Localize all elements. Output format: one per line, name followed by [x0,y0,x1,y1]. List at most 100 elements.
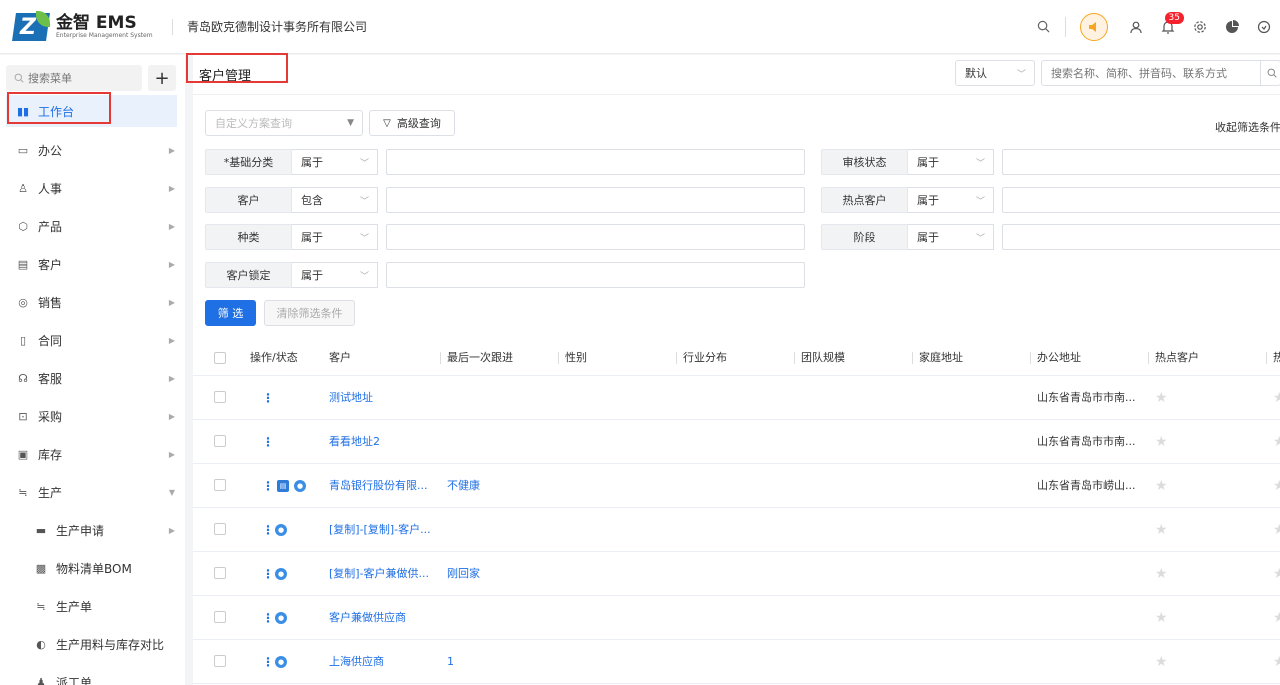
star-icon[interactable]: ★ [1155,552,1168,596]
sidebar-subitem-dispatch[interactable]: ♟ 派工单 [6,663,177,685]
table-row[interactable]: ⋮ 测试地址 山东省青岛市市南... ★ ★ [193,376,1280,420]
column-header[interactable]: 团队规模 [801,340,845,376]
table-row[interactable]: ⋮ ● [复制]-客户兼做供... 刚回家 ★ ★ [193,552,1280,596]
star-icon[interactable]: ★ [1273,420,1280,464]
last-follow[interactable] [447,508,557,552]
customer-search-input[interactable] [1051,66,1261,80]
star-icon[interactable]: ★ [1155,596,1168,640]
user-icon[interactable] [1120,11,1152,43]
customer-link[interactable]: 测试地址 [329,376,439,420]
customer-link[interactable]: [复制]-[复制]-客户... [329,508,439,552]
last-follow[interactable] [447,420,557,464]
filter-operator-select[interactable]: 属于 ﹀ [292,149,378,175]
column-header[interactable]: 行业分布 [683,340,727,376]
star-icon[interactable]: ★ [1273,508,1280,552]
more-actions-icon[interactable]: ⋮ [262,376,274,420]
table-row[interactable]: ⋮ ● 客户兼做供应商 ★ ★ [193,596,1280,640]
speaker-icon[interactable] [1080,12,1108,41]
star-icon[interactable]: ★ [1155,420,1168,464]
filter-value-input[interactable] [386,262,805,288]
last-follow[interactable]: 不健康 [447,464,557,508]
select-all-checkbox[interactable] [214,352,226,364]
filter-operator-select[interactable]: 属于 ﹀ [292,224,378,250]
star-icon[interactable]: ★ [1155,508,1168,552]
gear-icon[interactable] [1184,11,1216,43]
more-actions-icon[interactable]: ⋮ [262,420,274,464]
filter-value-input[interactable] [1002,149,1280,175]
star-icon[interactable]: ★ [1273,376,1280,420]
custom-query-select[interactable]: 自定义方案查询 ▼ [205,110,363,136]
filter-value-input[interactable] [386,149,805,175]
star-icon[interactable]: ★ [1273,640,1280,684]
menu-search-input[interactable] [28,71,138,85]
column-header[interactable]: 客户 [329,340,351,376]
add-menu-button[interactable]: + [148,65,176,91]
table-row[interactable]: ⋮ ● [复制]-[复制]-客户... ★ ★ [193,508,1280,552]
filter-operator-select[interactable]: 属于 ﹀ [908,187,994,213]
sidebar-item-product[interactable]: ⬡ 产品 ▶ [6,207,177,245]
column-header[interactable]: 办公地址 [1037,340,1081,376]
star-icon[interactable]: ★ [1273,596,1280,640]
menu-search[interactable] [6,65,142,91]
star-icon[interactable]: ★ [1155,376,1168,420]
filter-operator-select[interactable]: 属于 ﹀ [292,262,378,288]
bell-icon[interactable]: 35 [1152,11,1184,43]
filter-value-input[interactable] [1002,224,1280,250]
filter-operator-select[interactable]: 属于 ﹀ [908,149,994,175]
sidebar-item-purchase[interactable]: ⊡ 采购 ▶ [6,397,177,435]
star-icon[interactable]: ★ [1273,464,1280,508]
filter-operator-select[interactable]: 属于 ﹀ [908,224,994,250]
sidebar-subitem-production-order[interactable]: ≒ 生产单 [6,587,177,625]
row-checkbox[interactable] [214,435,226,447]
sidebar-item-sales[interactable]: ◎ 销售 ▶ [6,283,177,321]
sidebar-subitem-material-compare[interactable]: ◐ 生产用料与库存对比 [6,625,177,663]
filter-value-input[interactable] [386,224,805,250]
search-icon[interactable] [1260,60,1280,86]
row-checkbox[interactable] [214,611,226,623]
column-header[interactable]: 性别 [565,340,587,376]
sidebar-item-contract[interactable]: ▯ 合同 ▶ [6,321,177,359]
filter-value-input[interactable] [386,187,805,213]
sidebar-subitem-bom[interactable]: ▩ 物料清单BOM [6,549,177,587]
customer-link[interactable]: 青岛银行股份有限... [329,464,439,508]
sidebar-item-production[interactable]: ≒ 生产 ▼ [6,473,177,511]
column-header[interactable]: 热 [1273,340,1280,376]
clear-filter-button[interactable]: 清除筛选条件 [264,300,355,326]
collapse-filters-link[interactable]: 收起筛选条件 [1215,119,1280,135]
column-header[interactable]: 热点客户 [1155,340,1199,376]
row-checkbox[interactable] [214,523,226,535]
row-checkbox[interactable] [214,479,226,491]
advanced-query-button[interactable]: ▽ 高级查询 [369,110,455,136]
column-header[interactable]: 最后一次跟进 [447,340,513,376]
sidebar-item-service[interactable]: ☊ 客服 ▶ [6,359,177,397]
sort-select[interactable]: 默认 ﹀ [955,60,1035,86]
sidebar-item-inventory[interactable]: ▣ 库存 ▶ [6,435,177,473]
row-checkbox[interactable] [214,391,226,403]
sidebar-item-hr[interactable]: ♙ 人事 ▶ [6,169,177,207]
search-icon[interactable] [1027,11,1059,43]
more-actions-icon[interactable]: ⋮ [262,508,274,552]
filter-value-input[interactable] [1002,187,1280,213]
customer-search[interactable] [1041,60,1280,86]
last-follow[interactable] [447,596,557,640]
star-icon[interactable]: ★ [1273,552,1280,596]
last-follow[interactable]: 1 [447,640,557,684]
more-actions-icon[interactable]: ⋮ [262,640,274,684]
customer-link[interactable]: 上海供应商 [329,640,439,684]
row-checkbox[interactable] [214,567,226,579]
last-follow[interactable]: 刚回家 [447,552,557,596]
pie-chart-icon[interactable] [1216,11,1248,43]
sidebar-subitem-production-request[interactable]: ▬ 生产申请 ▶ [6,511,177,549]
more-actions-icon[interactable]: ⋮ [262,596,274,640]
table-row[interactable]: ⋮ 看看地址2 山东省青岛市市南... ★ ★ [193,420,1280,464]
customer-link[interactable]: 客户兼做供应商 [329,596,439,640]
more-actions-icon[interactable]: ⋮ [262,464,274,508]
star-icon[interactable]: ★ [1155,640,1168,684]
column-header[interactable]: 家庭地址 [919,340,963,376]
customer-link[interactable]: [复制]-客户兼做供... [329,552,439,596]
shield-icon[interactable] [1248,11,1280,43]
table-row[interactable]: ⋮ ▤ ● 青岛银行股份有限... 不健康 山东省青岛市崂山... ★ ★ [193,464,1280,508]
table-row[interactable]: ⋮ ● 上海供应商 1 ★ ★ [193,640,1280,684]
row-checkbox[interactable] [214,655,226,667]
star-icon[interactable]: ★ [1155,464,1168,508]
